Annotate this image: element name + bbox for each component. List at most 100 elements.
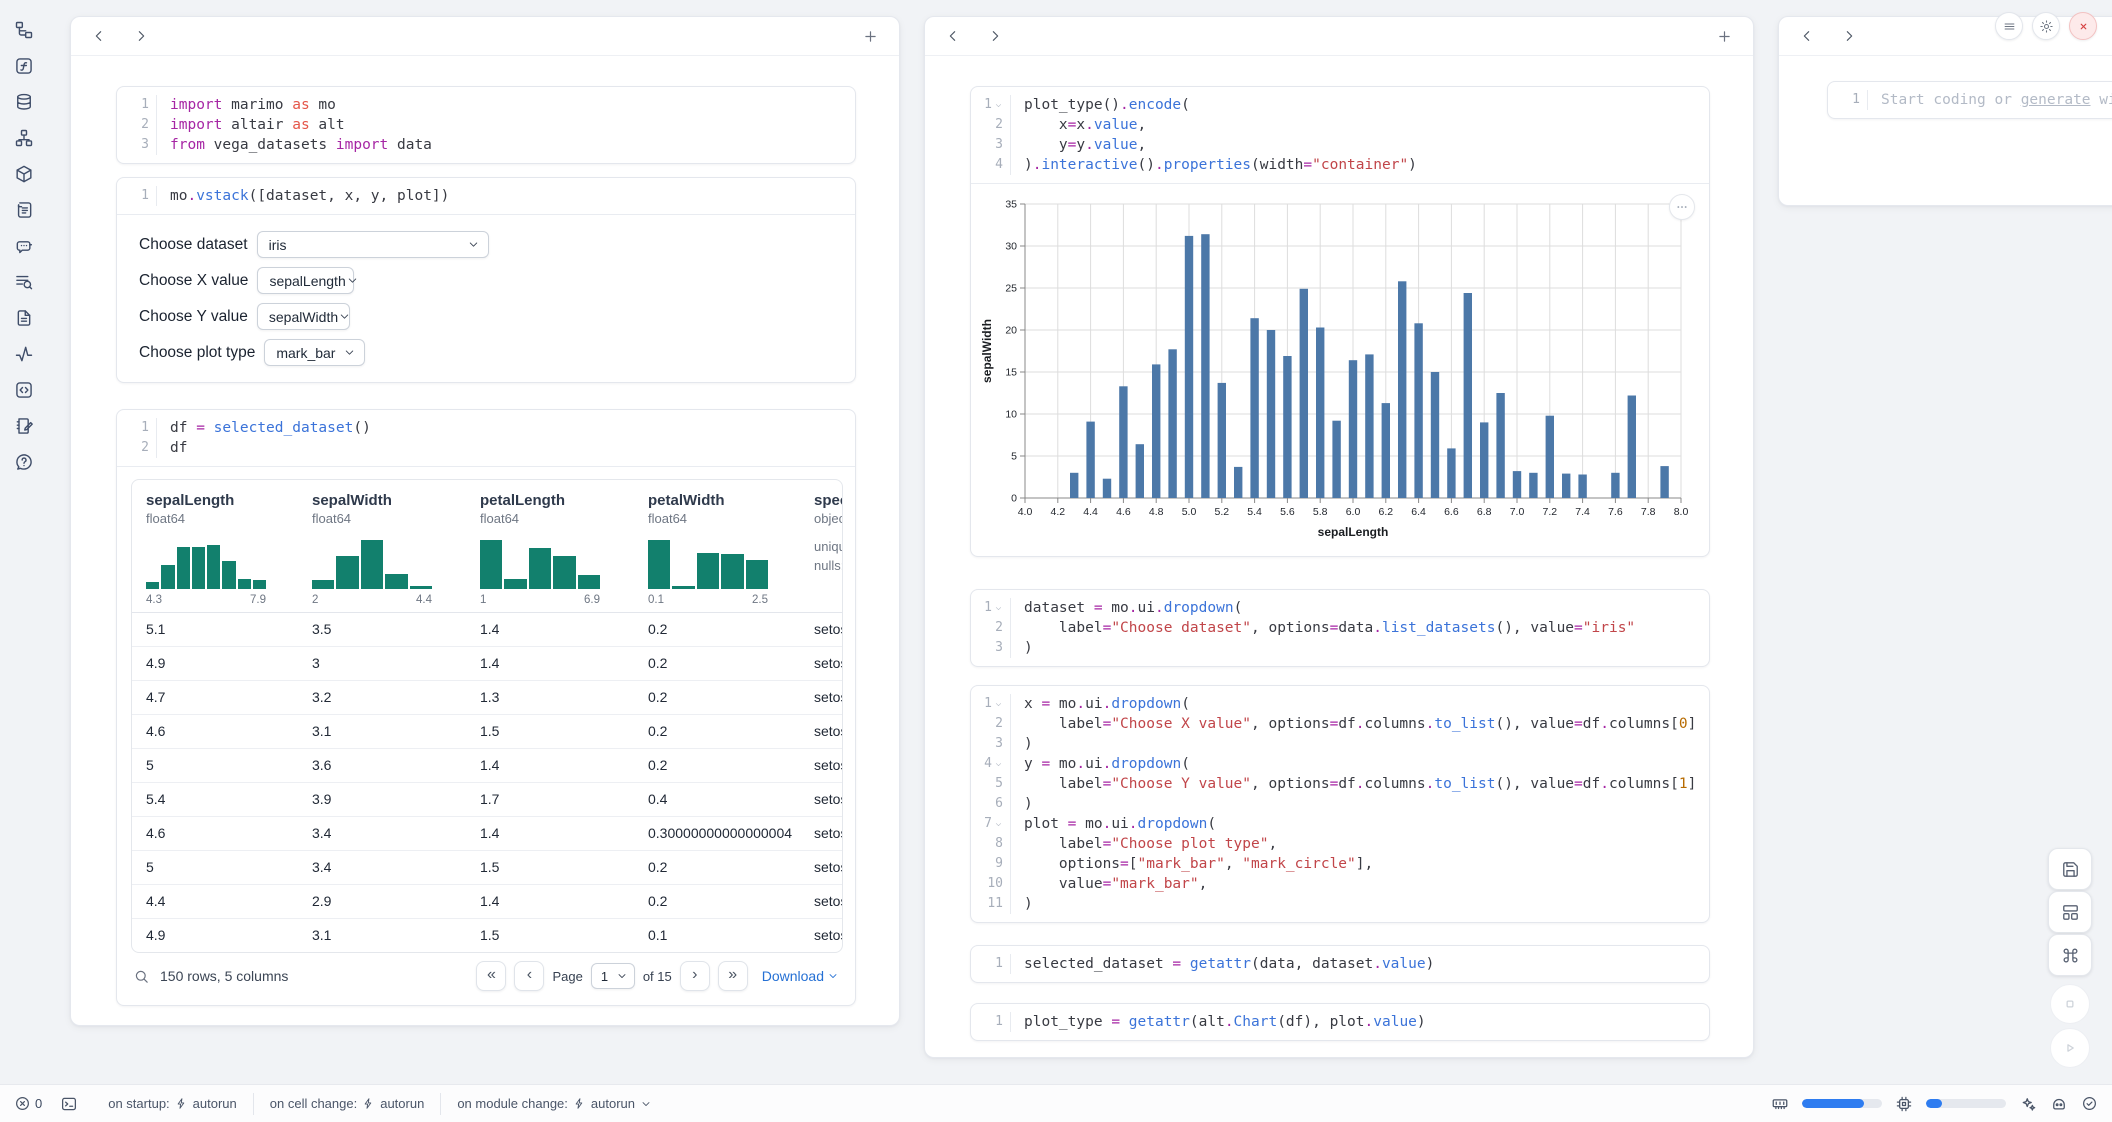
interrupt-button[interactable] (2050, 984, 2090, 1024)
table-cell: 1.4 (480, 647, 638, 680)
sidebar-chat-bot-icon[interactable] (10, 232, 38, 260)
line-number: 3 (117, 135, 157, 155)
dropdown-select[interactable]: sepalLength (257, 267, 354, 294)
zap-icon (573, 1097, 586, 1110)
runtime-config[interactable]: on cell change:autorun (253, 1093, 441, 1115)
column-header-sepalWidth[interactable]: sepalWidthfloat6424.4 (312, 492, 464, 606)
code-editor[interactable]: 1dataset = mo.ui.dropdown(2 label="Choos… (971, 590, 1709, 666)
settings-button[interactable] (2032, 12, 2060, 40)
svg-text:0: 0 (1011, 493, 1017, 505)
sidebar-package-icon[interactable] (10, 160, 38, 188)
cell-xyplot-dropdowns[interactable]: 1x = mo.ui.dropdown(2 label="Choose X va… (970, 685, 1710, 923)
line-number: 1 (1828, 90, 1868, 110)
error-indicator[interactable]: 0 (14, 1095, 42, 1112)
sidebar-help-icon[interactable] (10, 448, 38, 476)
runtime-config[interactable]: on startup:autorun (92, 1093, 253, 1115)
next-page-button[interactable]: › (680, 961, 710, 991)
column-header-species[interactable]: speciesobjectunique:nulls: (814, 492, 843, 575)
cell-vstack[interactable]: 1mo.vstack([dataset, x, y, plot]) Choose… (116, 177, 856, 383)
notebook-menu-button[interactable] (1995, 12, 2023, 40)
code-editor[interactable]: 1mo.vstack([dataset, x, y, plot]) (117, 178, 855, 214)
column-header-sepalLength[interactable]: sepalLengthfloat644.37.9 (146, 492, 298, 606)
dropdown-select[interactable]: sepalWidth (257, 303, 350, 330)
table-cell: setosa (814, 783, 843, 816)
chevron-right-icon[interactable] (987, 28, 1003, 44)
line-number: 5 (971, 774, 1011, 794)
sidebar-tracing-icon[interactable] (10, 340, 38, 368)
pagination: « ‹ Page 1 of 15 › » (476, 961, 747, 991)
fold-chevron-icon[interactable] (994, 820, 1003, 829)
cell-plot-type[interactable]: 1plot_type = getattr(alt.Chart(df), plot… (970, 1003, 1710, 1041)
svg-text:7.6: 7.6 (1608, 506, 1623, 518)
chart-actions-button[interactable] (1669, 194, 1695, 220)
fold-chevron-icon[interactable] (994, 760, 1003, 769)
add-cell-button[interactable] (862, 28, 879, 45)
runtime-config[interactable]: on module change:autorun (440, 1093, 668, 1115)
code-editor[interactable]: 1import marimo as mo2import altair as al… (117, 87, 855, 163)
table-cell: 0.2 (648, 681, 806, 714)
sidebar-file-tree-icon[interactable] (10, 16, 38, 44)
column-header-petalLength[interactable]: petalLengthfloat6416.9 (480, 492, 632, 606)
ai-assistant-icon[interactable] (2019, 1095, 2037, 1113)
chevron-left-icon[interactable] (91, 28, 107, 44)
sidebar-logs-icon[interactable] (10, 196, 38, 224)
chevron-right-icon[interactable] (133, 28, 149, 44)
terminal-button[interactable] (60, 1095, 78, 1113)
save-notebook-button[interactable] (2048, 848, 2092, 890)
last-page-button[interactable]: » (718, 961, 748, 991)
code-editor[interactable]: 1x = mo.ui.dropdown(2 label="Choose X va… (971, 686, 1709, 922)
search-icon[interactable] (133, 968, 150, 985)
chevron-right-icon[interactable] (1841, 28, 1857, 44)
table-cell: 3.6 (312, 749, 470, 782)
column-header-petalWidth[interactable]: petalWidthfloat640.12.5 (648, 492, 800, 606)
download-button[interactable]: Download (762, 968, 839, 984)
sidebar-database-icon[interactable] (10, 88, 38, 116)
dropdown-select[interactable]: mark_bar (264, 339, 365, 366)
keyboard-shortcuts-button[interactable] (2048, 934, 2092, 976)
code-editor[interactable]: 1plot_type().encode(2 x=x.value,3 y=y.va… (971, 87, 1709, 183)
sidebar-dependency-graph-icon[interactable] (10, 124, 38, 152)
prev-page-button[interactable]: ‹ (514, 961, 544, 991)
cell-plot[interactable]: 1plot_type().encode(2 x=x.value,3 y=y.va… (970, 86, 1710, 557)
line-number: 1 (971, 1012, 1011, 1032)
cell-empty-scratch[interactable]: 1 Start coding or generate with (1827, 81, 2112, 119)
fold-chevron-icon[interactable] (994, 604, 1003, 613)
layout-toggle-button[interactable] (2048, 891, 2092, 933)
run-all-button[interactable] (2050, 1028, 2090, 1068)
svg-text:15: 15 (1005, 367, 1017, 379)
config-value: autorun (380, 1096, 424, 1111)
sidebar-output-console-icon[interactable] (10, 376, 38, 404)
dropdown-select[interactable]: iris (257, 231, 489, 258)
svg-text:6.4: 6.4 (1411, 506, 1426, 518)
line-number: 3 (971, 638, 1011, 658)
chevron-left-icon[interactable] (1799, 28, 1815, 44)
code-editor[interactable]: 1selected_dataset = getattr(data, datase… (971, 946, 1709, 982)
add-cell-button[interactable] (1716, 28, 1733, 45)
config-value: autorun (193, 1096, 237, 1111)
first-page-button[interactable]: « (476, 961, 506, 991)
cell-imports[interactable]: 1import marimo as mo2import altair as al… (116, 86, 856, 164)
sidebar-function-square-icon[interactable] (10, 52, 38, 80)
generate-with-ai-link[interactable]: generate (2021, 92, 2091, 108)
line-number: 1 (971, 598, 1011, 618)
cell-selected-dataset[interactable]: 1selected_dataset = getattr(data, datase… (970, 945, 1710, 983)
code-editor[interactable]: 1df = selected_dataset()2df (117, 410, 855, 466)
line-number: 2 (971, 115, 1011, 135)
dropdown-label: Choose dataset (139, 236, 248, 254)
code-placeholder[interactable]: Start coding or generate with (1868, 90, 2112, 110)
sidebar-doc-search-icon[interactable] (10, 268, 38, 296)
column-histogram (648, 537, 768, 589)
sidebar-scratchpad-icon[interactable] (10, 412, 38, 440)
cell-dataframe[interactable]: 1df = selected_dataset()2df sepalLengthf… (116, 409, 856, 1006)
code-editor[interactable]: 1plot_type = getattr(alt.Chart(df), plot… (971, 1004, 1709, 1040)
sidebar-snippets-icon[interactable] (10, 304, 38, 332)
line-number: 11 (971, 894, 1011, 914)
copilot-icon[interactable] (2050, 1095, 2068, 1113)
svg-text:6.6: 6.6 (1444, 506, 1459, 518)
fold-chevron-icon[interactable] (994, 101, 1003, 110)
page-select[interactable]: 1 (591, 963, 635, 989)
shutdown-button[interactable] (2069, 12, 2097, 40)
chevron-left-icon[interactable] (945, 28, 961, 44)
cell-dataset-dropdown[interactable]: 1dataset = mo.ui.dropdown(2 label="Choos… (970, 589, 1710, 667)
fold-chevron-icon[interactable] (994, 700, 1003, 709)
